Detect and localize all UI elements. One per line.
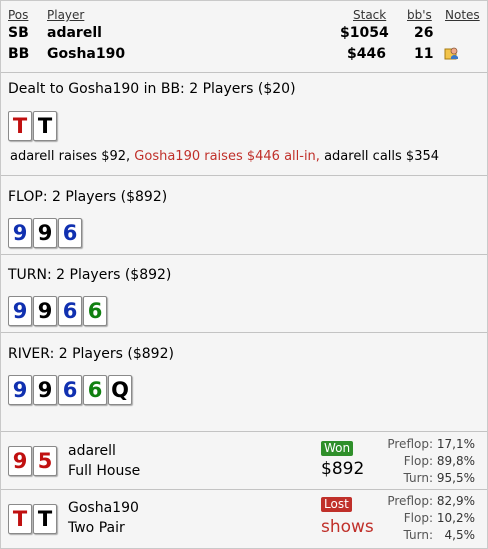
header-pos[interactable]: Pos xyxy=(8,8,28,22)
player-pos: SB xyxy=(8,25,29,41)
playing-card: 6 xyxy=(58,218,82,248)
header-player[interactable]: Player xyxy=(47,8,84,22)
player-stack: $1054 xyxy=(340,25,389,41)
playing-card: T xyxy=(33,111,57,141)
playing-card: T xyxy=(8,111,32,141)
playing-card: 9 xyxy=(33,375,57,405)
equity-stats: Preflop: 82,9% Flop: 10,2% Turn: 4,5% xyxy=(387,493,475,544)
stat-label: Preflop: xyxy=(387,437,433,451)
playing-card: T xyxy=(33,504,57,534)
divider xyxy=(1,489,487,490)
playing-card: 9 xyxy=(8,446,32,476)
player-pos: BB xyxy=(8,46,30,62)
stat-flop: 10,2% xyxy=(436,511,475,525)
player-bbs: 11 xyxy=(414,46,434,62)
playing-card: 9 xyxy=(8,375,32,405)
playing-card: 9 xyxy=(33,218,57,248)
header-notes[interactable]: Notes xyxy=(445,8,480,22)
river-title: RIVER: 2 Players ($892) xyxy=(8,346,174,362)
preflop-title: Dealt to Gosha190 in BB: 2 Players ($20) xyxy=(8,81,296,97)
flop-title: FLOP: 2 Players ($892) xyxy=(8,189,168,205)
result-hand: Full House xyxy=(68,463,141,479)
player-name[interactable]: Gosha190 xyxy=(47,46,125,62)
player-stack: $446 xyxy=(347,46,386,62)
stat-label: Flop: xyxy=(403,511,433,525)
flop-cards: 996 xyxy=(8,218,82,248)
playing-card: 6 xyxy=(58,296,82,326)
playing-card: 9 xyxy=(8,218,32,248)
playing-card: 6 xyxy=(83,375,107,405)
showdown-cards: TT xyxy=(8,504,57,534)
playing-card: 6 xyxy=(58,375,82,405)
stat-flop: 89,8% xyxy=(436,454,475,468)
turn-title: TURN: 2 Players ($892) xyxy=(8,267,172,283)
action-raise: adarell raises $92, xyxy=(10,149,131,164)
player-bbs: 26 xyxy=(414,25,434,41)
action-allin: Gosha190 raises $446 all-in, xyxy=(134,149,320,164)
stat-label: Preflop: xyxy=(387,494,433,508)
divider xyxy=(1,175,487,176)
stat-preflop: 17,1% xyxy=(436,437,475,451)
result-amount: $892 xyxy=(321,459,365,479)
stat-label: Turn: xyxy=(403,471,433,485)
turn-cards: 9966 xyxy=(8,296,107,326)
result-hand: Two Pair xyxy=(68,520,125,536)
stat-turn: 95,5% xyxy=(436,471,475,485)
action-call: adarell calls $354 xyxy=(324,149,440,164)
stat-turn: 4,5% xyxy=(444,528,476,542)
playing-card: T xyxy=(8,504,32,534)
lost-badge: Lost xyxy=(321,497,352,512)
playing-card: 5 xyxy=(33,446,57,476)
divider xyxy=(1,332,487,333)
player-name[interactable]: adarell xyxy=(47,25,102,41)
preflop-actions: adarell raises $92, Gosha190 raises $446… xyxy=(10,149,439,164)
result-player-name[interactable]: Gosha190 xyxy=(68,500,139,516)
hole-cards: TT xyxy=(8,111,57,141)
header-stack[interactable]: Stack xyxy=(353,8,386,22)
hand-history-panel: Pos Player Stack bb's Notes SB adarell $… xyxy=(0,0,488,549)
note-icon[interactable] xyxy=(444,46,460,60)
river-cards: 9966Q xyxy=(8,375,132,405)
result-shows: shows xyxy=(321,517,374,537)
playing-card: 9 xyxy=(33,296,57,326)
header-bbs[interactable]: bb's xyxy=(407,8,432,22)
divider xyxy=(1,72,487,73)
divider xyxy=(1,254,487,255)
stat-preflop: 82,9% xyxy=(436,494,475,508)
playing-card: Q xyxy=(108,375,132,405)
result-player-name[interactable]: adarell xyxy=(68,443,116,459)
showdown-cards: 95 xyxy=(8,446,57,476)
playing-card: 6 xyxy=(83,296,107,326)
equity-stats: Preflop: 17,1% Flop: 89,8% Turn: 95,5% xyxy=(387,436,475,487)
stat-label: Flop: xyxy=(403,454,433,468)
stat-label: Turn: xyxy=(403,528,433,542)
won-badge: Won xyxy=(321,441,354,456)
playing-card: 9 xyxy=(8,296,32,326)
divider xyxy=(1,431,487,432)
